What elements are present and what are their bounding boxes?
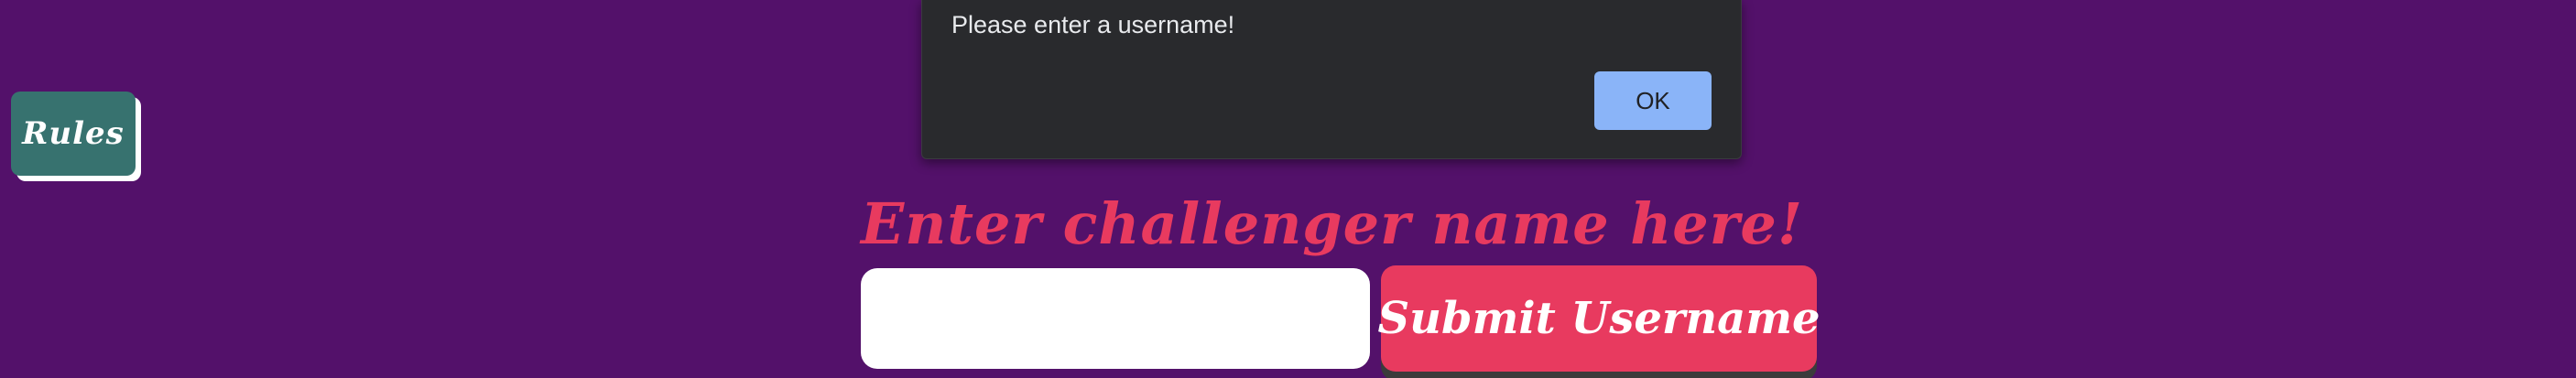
alert-dialog: Please enter a username! OK [921, 0, 1742, 159]
alert-ok-button[interactable]: OK [1594, 71, 1712, 130]
rules-button[interactable]: Rules [11, 92, 136, 176]
page-title: Enter challenger name here! [861, 190, 1804, 257]
alert-message: Please enter a username! [951, 11, 1235, 38]
username-input[interactable] [861, 268, 1370, 369]
submit-username-button[interactable]: Submit Username [1377, 265, 1821, 372]
